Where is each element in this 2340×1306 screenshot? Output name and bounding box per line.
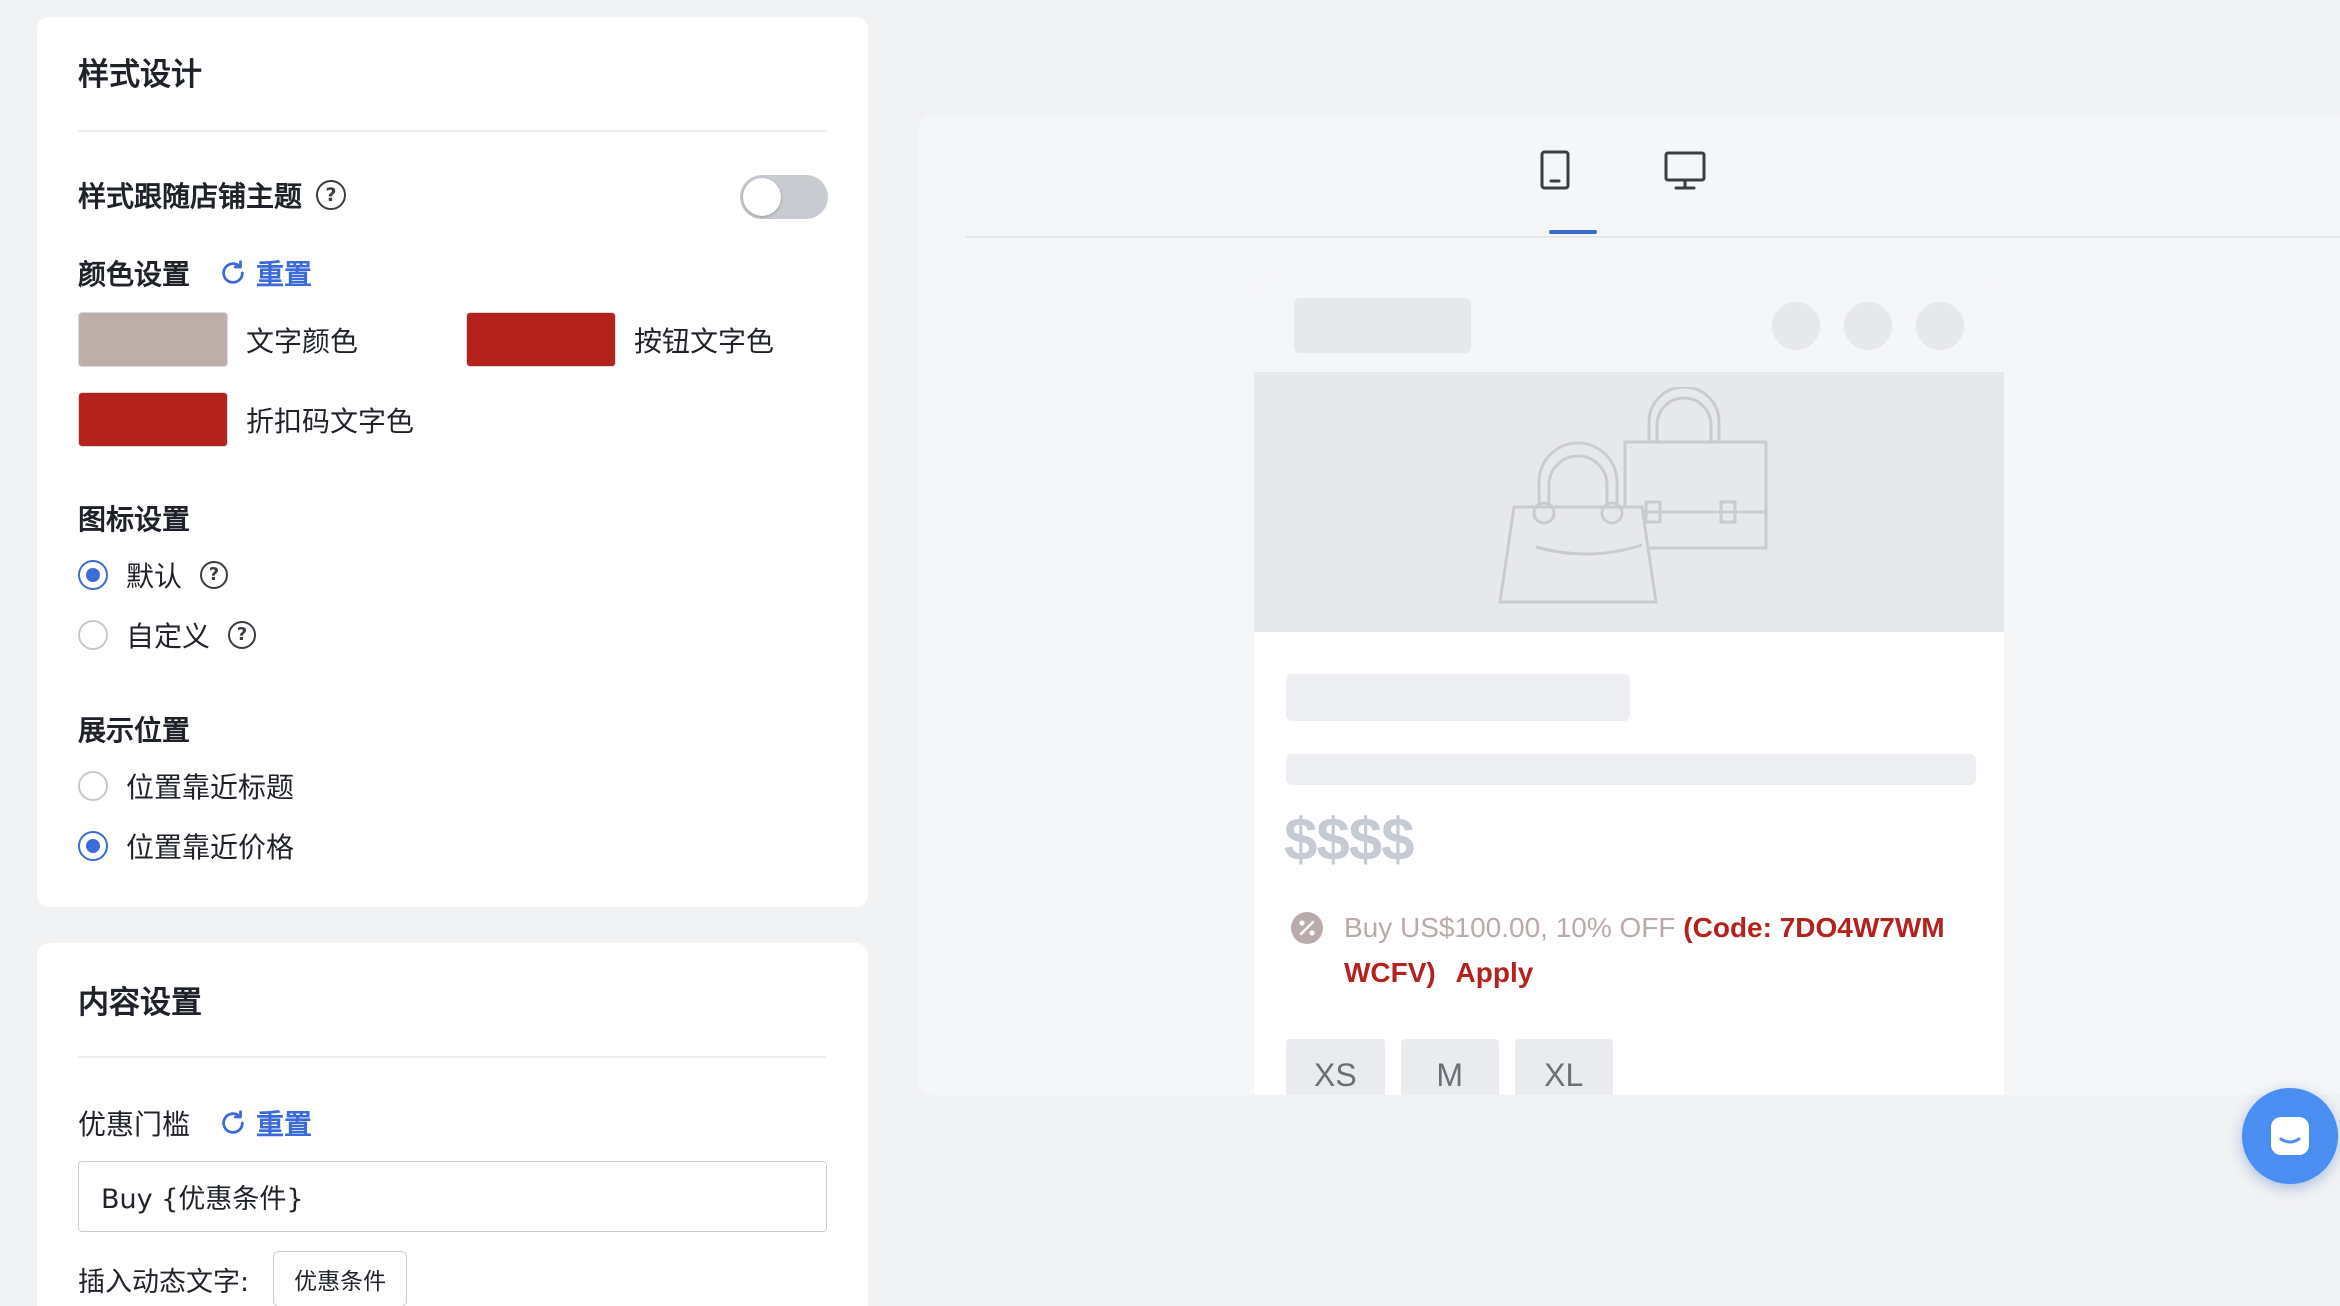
radio-button[interactable]: [78, 771, 108, 801]
logo-placeholder: [1294, 298, 1471, 353]
chat-icon: [2271, 1117, 2309, 1155]
position-title: 展示位置: [78, 709, 190, 749]
threshold-label: 优惠门槛: [78, 1108, 191, 1141]
follow-theme-row: 样式跟随店铺主题 ?: [78, 175, 347, 215]
radio-button[interactable]: [78, 620, 108, 650]
title-placeholder: [1286, 674, 1630, 721]
button-text-color-swatch[interactable]: [466, 312, 616, 367]
position-option-label: 位置靠近标题: [126, 771, 295, 804]
question-circle-icon[interactable]: ?: [316, 180, 347, 210]
header-icon-placeholder: [1844, 302, 1892, 350]
threshold-reset-button[interactable]: 重置: [218, 1103, 312, 1143]
shopping-bags-icon: [1498, 387, 1768, 604]
question-circle-icon[interactable]: ?: [200, 561, 229, 589]
text-color-label: 文字颜色: [246, 324, 359, 358]
content-settings-title: 内容设置: [78, 985, 202, 1021]
mobile-device-icon[interactable]: [1530, 145, 1580, 195]
discount-text: Buy US$100.00, 10% OFF: [1344, 912, 1676, 943]
preview-panel: $$$$ Buy US$100.00, 10% OFF (Code: 7DO4W…: [918, 115, 2340, 1095]
follow-theme-toggle[interactable]: [740, 175, 828, 219]
position-option-price[interactable]: 位置靠近价格: [78, 826, 294, 866]
divider: [966, 236, 2340, 238]
threshold-reset-label: 重置: [256, 1108, 313, 1141]
code-text-color-setting: 折扣码文字色: [78, 392, 414, 447]
page: 样式设计 样式跟随店铺主题 ? 颜色设置 重置 文字颜色 按钮文字色 折扣码文字…: [0, 0, 2340, 1306]
insert-label: 插入动态文字:: [78, 1266, 250, 1298]
threshold-input[interactable]: [78, 1161, 827, 1232]
refresh-icon: [222, 1110, 244, 1134]
button-text-color-setting: 按钮文字色: [466, 312, 774, 367]
product-image: [1254, 372, 2004, 632]
refresh-icon: [222, 260, 244, 284]
style-design-card: 样式设计 样式跟随店铺主题 ? 颜色设置 重置 文字颜色 按钮文字色 折扣码文字…: [37, 17, 868, 907]
discount-message: Buy US$100.00, 10% OFF (Code: 7DO4W7WM W…: [1290, 905, 1980, 995]
size-option[interactable]: XS: [1286, 1039, 1385, 1095]
percent-badge-icon: [1291, 912, 1323, 944]
size-option[interactable]: XL: [1514, 1039, 1613, 1095]
icon-option-custom[interactable]: 自定义 ?: [78, 615, 257, 655]
button-text-color-label: 按钮文字色: [634, 324, 775, 358]
active-tab-indicator: [1549, 230, 1597, 234]
divider: [78, 1056, 827, 1058]
subtitle-placeholder: [1286, 754, 1976, 785]
chat-launcher-button[interactable]: [2242, 1088, 2338, 1184]
text-color-setting: 文字颜色: [78, 312, 358, 367]
question-circle-icon[interactable]: ?: [228, 621, 257, 649]
desktop-monitor-icon[interactable]: [1660, 145, 1710, 195]
threshold-row: 优惠门槛 重置: [78, 1103, 312, 1143]
toggle-knob: [743, 178, 781, 216]
device-tabs: [918, 115, 2340, 238]
position-option-title[interactable]: 位置靠近标题: [78, 766, 294, 806]
position-label: 展示位置: [78, 714, 191, 747]
color-reset-label: 重置: [256, 258, 313, 291]
follow-theme-label: 样式跟随店铺主题: [78, 180, 303, 213]
header-icon-placeholder: [1916, 302, 1964, 350]
code-text-color-swatch[interactable]: [78, 392, 228, 447]
mobile-preview: $$$$ Buy US$100.00, 10% OFF (Code: 7DO4W…: [1254, 277, 2004, 1095]
insert-dynamic-text-row: 插入动态文字: 优惠条件: [78, 1251, 408, 1306]
icon-option-label: 默认: [126, 560, 183, 593]
price-placeholder: $$$$: [1284, 806, 1414, 873]
icon-option-label: 自定义: [126, 620, 211, 653]
size-options: XS M XL: [1286, 1039, 1613, 1095]
insert-condition-button[interactable]: 优惠条件: [273, 1251, 408, 1306]
color-reset-button[interactable]: 重置: [218, 253, 312, 293]
icon-settings-title: 图标设置: [78, 498, 190, 538]
divider: [78, 130, 827, 132]
color-settings-label: 颜色设置: [78, 258, 191, 291]
style-design-title: 样式设计: [78, 57, 202, 93]
color-settings-row: 颜色设置 重置: [78, 253, 312, 293]
header-icon-placeholder: [1772, 302, 1820, 350]
discount-text-block: Buy US$100.00, 10% OFF (Code: 7DO4W7WM W…: [1344, 905, 1980, 995]
position-option-label: 位置靠近价格: [126, 831, 295, 864]
radio-button[interactable]: [78, 831, 108, 861]
preview-header: [1254, 277, 2004, 372]
icon-settings-label: 图标设置: [78, 503, 191, 536]
content-settings-card: 内容设置 优惠门槛 重置 插入动态文字: 优惠条件: [37, 943, 868, 1306]
text-color-swatch[interactable]: [78, 312, 228, 367]
apply-button[interactable]: Apply: [1456, 957, 1534, 988]
icon-option-default[interactable]: 默认 ?: [78, 555, 229, 595]
radio-button[interactable]: [78, 560, 108, 590]
size-option[interactable]: M: [1400, 1039, 1499, 1095]
code-text-color-label: 折扣码文字色: [246, 404, 415, 438]
